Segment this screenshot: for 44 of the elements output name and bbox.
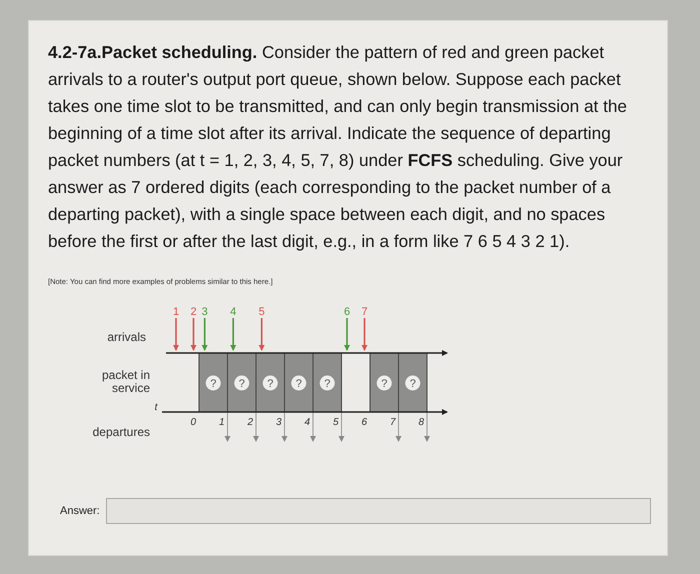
departures-label: departures <box>92 425 150 439</box>
unknown-packet-marker: ? <box>291 376 306 390</box>
packet-number: 7 <box>361 306 368 318</box>
unknown-packet-marker: ? <box>376 376 392 390</box>
packet-number: 2 <box>190 306 197 318</box>
arrival-arrow <box>230 318 236 351</box>
unknown-packet-marker: ? <box>206 376 221 390</box>
question-text: 4.2-7a.Packet scheduling. Consider the pattern of red and green packet arrivals to a router's output port queue, shown below. Suppose each packet takes one time slot to be transmitted, and can only begin transmission at the beginning of a time slot after its arrival. Indicate the sequence of departing packet numbers (at t = 1, 2, 3, 4, 5, 7, 8) under FCFS scheduling. Give your answer as 7 ordered digits (each corresponding to the packet number of a departing packet), with a single space between each digit, and no spaces before the first or after the last digit, e.g., in a form like 7 6 5 4 3 2 1). <box>48 41 628 253</box>
answer-field[interactable] <box>106 498 651 524</box>
packet-number: 5 <box>258 306 265 318</box>
time-tick-label: 5 <box>332 417 338 428</box>
time-tick-label: 6 <box>361 417 367 428</box>
time-tick-label: 7 <box>390 417 396 428</box>
arrival-arrow <box>190 318 196 351</box>
arrival-arrow <box>344 318 350 351</box>
unknown-packet-marker: ? <box>262 376 278 390</box>
departure-arrow <box>396 412 402 442</box>
departure-arrow <box>424 412 430 442</box>
time-tick-label: 2 <box>247 417 253 428</box>
packet-number: 6 <box>344 306 350 318</box>
arrival-arrow <box>173 318 179 351</box>
time-tick-label: 1 <box>218 417 224 428</box>
packet-number: 1 <box>172 306 180 318</box>
time-tick-label: 0 <box>190 417 196 428</box>
departure-arrow <box>224 412 230 442</box>
arrival-arrow <box>258 318 265 351</box>
arrival-arrow <box>202 318 208 351</box>
departure-arrow <box>282 412 288 442</box>
departure-arrow <box>253 412 259 442</box>
packet-in-service-label: packet in service <box>102 368 150 395</box>
unknown-packet-marker: ? <box>234 376 250 390</box>
arrival-arrow <box>362 318 368 351</box>
departure-arrow <box>338 412 344 442</box>
departure-arrow <box>310 412 316 442</box>
time-axis-label: t <box>154 402 158 413</box>
time-tick-label: 4 <box>304 417 310 428</box>
answer-label: Answer: <box>60 505 100 517</box>
time-tick-label: 3 <box>276 417 282 428</box>
packet-number: 3 <box>202 306 208 318</box>
arrivals-label: arrivals <box>107 330 146 344</box>
unknown-packet-marker: ? <box>320 376 335 390</box>
packet-number: 4 <box>230 306 236 318</box>
unknown-packet-marker: ? <box>405 376 420 390</box>
time-tick-label: 8 <box>418 417 424 428</box>
